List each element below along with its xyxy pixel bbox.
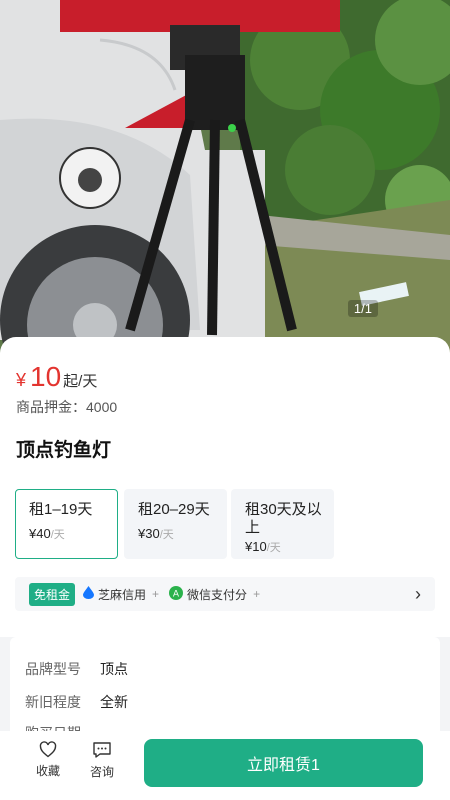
consult-label: 咨询: [89, 765, 114, 779]
plan-option-2[interactable]: 租20–29天 ¥30/天: [124, 489, 227, 559]
plan-label: 租30天及以上: [245, 501, 322, 536]
detail-key: 新旧程度: [25, 694, 81, 710]
zhima-credit-icon: [83, 586, 95, 602]
rent-now-button[interactable]: 立即租赁1: [144, 739, 423, 787]
product-info-panel: ¥ 10 起/天 商品押金：4000 顶点钓鱼灯 租1–19天 ¥40/天 租2…: [0, 337, 450, 637]
product-title: 顶点钓鱼灯: [16, 440, 112, 461]
plan-label: 租20–29天: [138, 501, 210, 518]
wechat-pay-score-icon: A: [169, 585, 184, 603]
detail-key: 品牌型号: [25, 661, 81, 677]
detail-row: 品牌型号 顶点: [25, 659, 128, 679]
consult-button[interactable]: 咨询: [82, 741, 122, 780]
price: ¥ 10 起/天: [16, 361, 97, 393]
plus-icon: +: [253, 587, 261, 601]
chat-icon: [93, 742, 111, 758]
favorite-button[interactable]: 收藏: [28, 741, 68, 779]
chevron-right-icon: ›: [415, 584, 421, 604]
detail-value: 全新: [100, 694, 128, 710]
rent-free-badge: 免租金: [29, 582, 76, 606]
heart-icon: [39, 741, 57, 758]
plan-label: 租1–19天: [29, 501, 93, 518]
product-image[interactable]: 1/1: [0, 0, 450, 360]
plan-price: ¥40/天: [29, 526, 65, 541]
credit-rent-free-row[interactable]: 免租金 芝麻信用 + A 微信支付分 + ›: [15, 577, 435, 611]
bottom-action-bar: 收藏 咨询 立即租赁1: [0, 731, 450, 800]
price-symbol: ¥: [16, 370, 27, 390]
image-counter: 1/1: [347, 300, 378, 317]
detail-value: 顶点: [100, 661, 128, 677]
zhima-credit-label: 芝麻信用: [98, 587, 147, 602]
price-value: 10: [30, 361, 62, 392]
plus-icon: +: [152, 587, 160, 601]
price-unit: 起/天: [63, 373, 98, 390]
svg-text:A: A: [173, 589, 180, 599]
plan-option-3[interactable]: 租30天及以上 ¥10/天: [231, 489, 334, 559]
deposit-text: 商品押金：4000: [16, 399, 118, 415]
detail-row: 新旧程度 全新: [25, 692, 128, 712]
plan-option-1[interactable]: 租1–19天 ¥40/天: [15, 489, 118, 559]
plan-price: ¥10/天: [245, 539, 281, 554]
wechat-pay-score-label: 微信支付分: [187, 587, 248, 602]
favorite-label: 收藏: [35, 764, 60, 778]
plan-price: ¥30/天: [138, 526, 174, 541]
